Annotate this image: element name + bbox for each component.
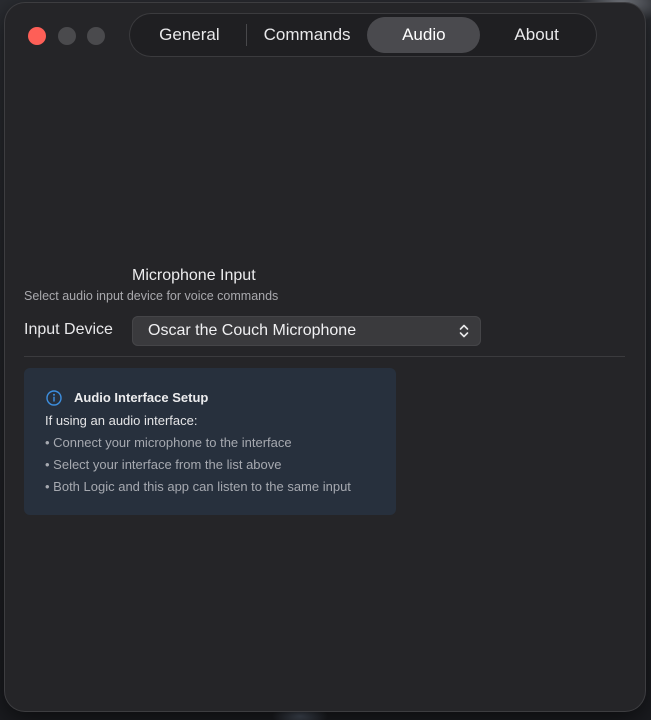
section-divider [24,356,625,357]
info-box-title: Audio Interface Setup [74,390,209,405]
close-window-button[interactable] [28,27,46,45]
audio-interface-info-box: Audio Interface Setup If using an audio … [24,368,396,515]
zoom-window-button[interactable] [87,27,105,45]
info-list-item: • Connect your microphone to the interfa… [45,435,292,450]
info-list-item: • Select your interface from the list ab… [45,457,282,472]
tab-bar: General Commands Audio About [129,13,597,57]
info-list-item: • Both Logic and this app can listen to … [45,479,351,494]
input-device-value: Oscar the Couch Microphone [148,322,357,339]
input-device-label: Input Device [24,321,113,338]
tab-about[interactable]: About [480,17,593,53]
tab-commands[interactable]: Commands [247,17,368,53]
tab-general[interactable]: General [133,17,246,53]
chevron-up-down-icon [459,324,469,338]
info-box-intro: If using an audio interface: [45,413,198,428]
tab-audio[interactable]: Audio [367,17,481,53]
minimize-window-button[interactable] [58,27,76,45]
info-circle-icon [46,390,62,406]
input-device-select[interactable]: Oscar the Couch Microphone [132,316,481,346]
microphone-input-heading: Microphone Input [132,267,256,284]
settings-window: General Commands Audio About Microphone … [5,3,645,711]
microphone-input-description: Select audio input device for voice comm… [24,289,279,303]
